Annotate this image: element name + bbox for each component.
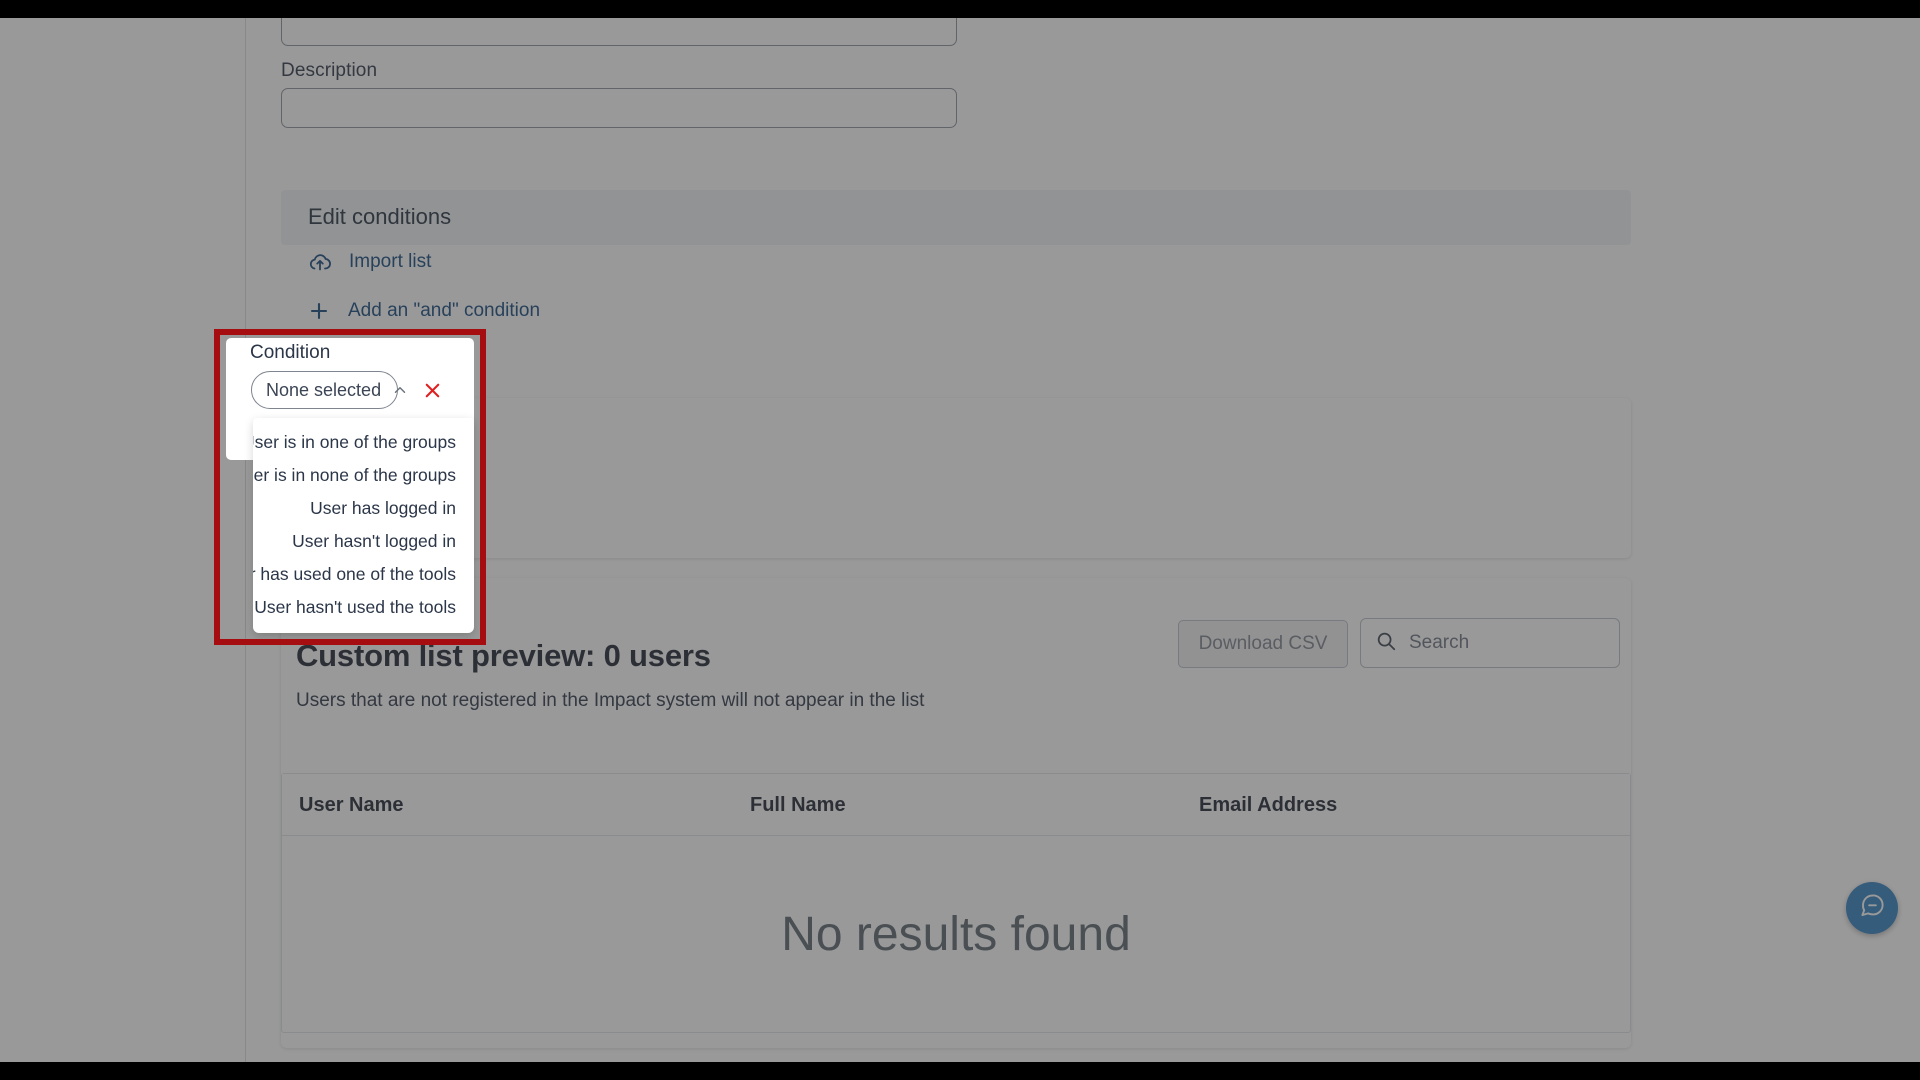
condition-popup-layer: Condition None selected User is in one o…: [0, 0, 1920, 1080]
annotation-highlight-box: [214, 329, 486, 645]
screen: Description Edit conditions Import list: [0, 0, 1920, 1080]
